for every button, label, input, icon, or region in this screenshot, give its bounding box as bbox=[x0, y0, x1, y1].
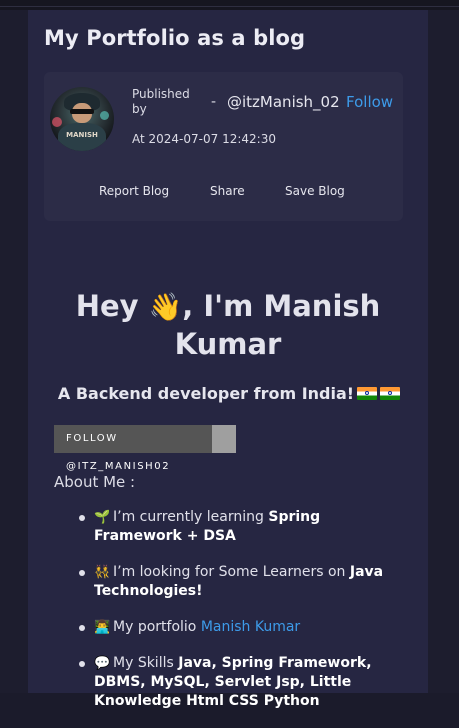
published-by-label: Published by bbox=[132, 87, 190, 116]
india-flag-icon bbox=[357, 387, 378, 400]
browser-top-strip bbox=[0, 0, 459, 10]
report-blog-button[interactable]: Report Blog bbox=[99, 184, 169, 198]
left-gutter bbox=[0, 10, 28, 693]
people-icon: 👯 bbox=[94, 565, 111, 580]
blog-actions: Report Blog Share Save Blog bbox=[44, 184, 403, 204]
follow-button[interactable]: Follow bbox=[346, 93, 393, 111]
speech-bubble-icon: 💬 bbox=[94, 656, 111, 671]
about-list: 🌱 I’m currently learning Spring Framework… bbox=[76, 508, 386, 728]
separator: - bbox=[211, 94, 217, 110]
about-me-label: About Me : bbox=[54, 473, 136, 491]
share-button[interactable]: Share bbox=[210, 184, 245, 198]
blog-title: My Portfolio as a blog bbox=[44, 26, 306, 50]
seedling-icon: 🌱 bbox=[94, 510, 111, 525]
avatar-hoodie-text: MANISH bbox=[66, 131, 98, 139]
list-item: 👯 I’m looking for Some Learners on Java T… bbox=[76, 563, 386, 601]
right-gutter bbox=[428, 10, 459, 693]
waving-hand-icon: 👋 bbox=[148, 292, 183, 323]
badge-label: FOLLOW @ITZ_MANISH02 bbox=[54, 425, 212, 472]
author-avatar[interactable]: MANISH bbox=[50, 87, 114, 151]
follow-twitter-badge[interactable]: FOLLOW @ITZ_MANISH02 bbox=[54, 425, 236, 472]
india-flag-icon bbox=[380, 387, 401, 400]
technologist-icon: 👨‍💻 bbox=[94, 620, 111, 635]
badge-count bbox=[212, 425, 236, 453]
portfolio-link[interactable]: Manish Kumar bbox=[201, 619, 300, 635]
list-item: 🌱 I’m currently learning Spring Framework… bbox=[76, 508, 386, 546]
list-item: 👨‍💻 My portfolio Manish Kumar bbox=[76, 618, 386, 637]
author-card: MANISH Published by - @itzManish_02 Foll… bbox=[44, 72, 403, 221]
list-item: 💬 My Skills Java, Spring Framework, DBMS,… bbox=[76, 654, 386, 711]
publish-date: At 2024-07-07 12:42:30 bbox=[132, 132, 276, 146]
author-handle[interactable]: @itzManish_02 bbox=[227, 93, 340, 111]
hero-heading: Hey 👋, I'm Manish Kumar bbox=[75, 289, 381, 361]
save-blog-button[interactable]: Save Blog bbox=[285, 184, 345, 198]
subtitle: A Backend developer from India! bbox=[44, 384, 414, 403]
